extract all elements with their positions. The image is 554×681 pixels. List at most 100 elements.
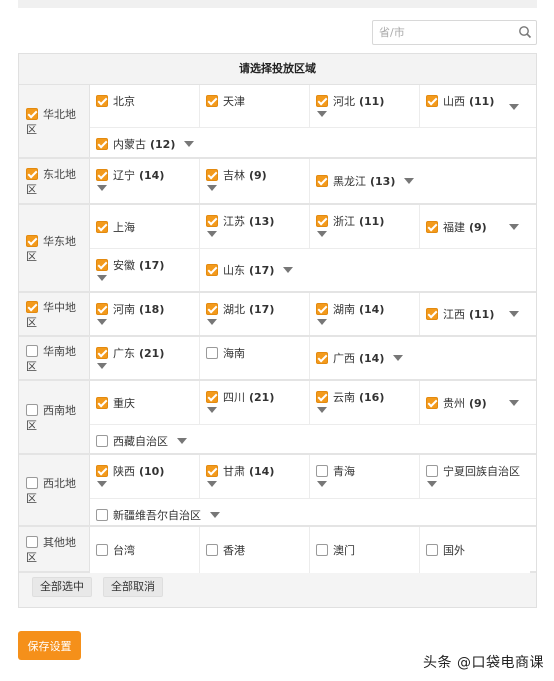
caret-down-icon[interactable] xyxy=(177,438,187,444)
province-checkbox-label[interactable]: 天津 xyxy=(206,94,309,108)
province-checkbox[interactable] xyxy=(96,169,108,181)
caret-down-icon[interactable] xyxy=(317,319,327,325)
region-checkbox[interactable] xyxy=(26,404,38,416)
province-checkbox-label[interactable]: 浙江 (11) xyxy=(316,214,419,228)
region-checkbox-label[interactable]: 华东地区 xyxy=(26,234,82,264)
region-checkbox[interactable] xyxy=(26,168,38,180)
province-checkbox[interactable] xyxy=(96,221,108,233)
province-checkbox-label[interactable]: 澳门 xyxy=(316,543,419,557)
province-checkbox-label[interactable]: 内蒙古 (12) xyxy=(96,137,536,151)
province-checkbox-label[interactable]: 云南 (16) xyxy=(316,390,419,404)
region-checkbox-label[interactable]: 华南地区 xyxy=(26,344,82,374)
caret-down-icon[interactable] xyxy=(317,481,327,487)
region-checkbox[interactable] xyxy=(26,536,38,548)
province-checkbox[interactable] xyxy=(206,465,218,477)
province-checkbox[interactable] xyxy=(426,544,438,556)
caret-down-icon[interactable] xyxy=(207,319,217,325)
province-checkbox[interactable] xyxy=(96,138,108,150)
region-checkbox-label[interactable]: 西南地区 xyxy=(26,403,82,433)
province-checkbox-label[interactable]: 重庆 xyxy=(96,396,199,410)
province-checkbox-label[interactable]: 西藏自治区 xyxy=(96,434,536,448)
province-checkbox[interactable] xyxy=(316,352,328,364)
caret-down-icon[interactable] xyxy=(207,481,217,487)
province-checkbox-label[interactable]: 江苏 (13) xyxy=(206,214,309,228)
province-checkbox[interactable] xyxy=(96,95,108,107)
province-checkbox[interactable] xyxy=(96,303,108,315)
province-checkbox[interactable] xyxy=(206,95,218,107)
province-checkbox-label[interactable]: 宁夏回族自治区 xyxy=(426,464,530,478)
region-checkbox-label[interactable]: 其他地区 xyxy=(26,535,82,565)
search-icon[interactable] xyxy=(518,25,532,39)
region-checkbox-label[interactable]: 西北地区 xyxy=(26,476,82,506)
caret-down-icon[interactable] xyxy=(427,481,437,487)
caret-down-icon[interactable] xyxy=(509,224,519,230)
region-checkbox[interactable] xyxy=(26,108,38,120)
province-checkbox-label[interactable]: 海南 xyxy=(206,346,309,360)
province-checkbox-label[interactable]: 上海 xyxy=(96,220,199,234)
province-checkbox[interactable] xyxy=(426,397,438,409)
region-checkbox-label[interactable]: 华北地区 xyxy=(26,107,82,137)
province-checkbox[interactable] xyxy=(206,303,218,315)
province-checkbox[interactable] xyxy=(96,435,108,447)
caret-down-icon[interactable] xyxy=(317,231,327,237)
caret-down-icon[interactable] xyxy=(509,400,519,406)
deselect-all-button[interactable]: 全部取消 xyxy=(103,577,163,597)
caret-down-icon[interactable] xyxy=(97,481,107,487)
province-checkbox[interactable] xyxy=(316,465,328,477)
select-all-button[interactable]: 全部选中 xyxy=(32,577,92,597)
caret-down-icon[interactable] xyxy=(97,319,107,325)
province-checkbox-label[interactable]: 广东 (21) xyxy=(96,346,199,360)
province-checkbox[interactable] xyxy=(316,391,328,403)
region-checkbox[interactable] xyxy=(26,301,38,313)
region-checkbox[interactable] xyxy=(26,477,38,489)
province-checkbox[interactable] xyxy=(316,95,328,107)
caret-down-icon[interactable] xyxy=(404,178,415,184)
province-checkbox[interactable] xyxy=(316,175,328,187)
province-checkbox[interactable] xyxy=(96,465,108,477)
caret-down-icon[interactable] xyxy=(97,185,107,191)
region-checkbox-label[interactable]: 东北地区 xyxy=(26,167,82,197)
province-checkbox[interactable] xyxy=(96,259,108,271)
province-checkbox[interactable] xyxy=(426,465,438,477)
province-checkbox-label[interactable]: 河南 (18) xyxy=(96,302,199,316)
caret-down-icon[interactable] xyxy=(207,231,217,237)
province-checkbox-label[interactable]: 新疆维吾尔自治区 xyxy=(96,508,536,522)
province-checkbox[interactable] xyxy=(426,221,438,233)
province-checkbox-label[interactable]: 山东 (17) xyxy=(206,263,536,277)
province-checkbox-label[interactable]: 台湾 xyxy=(96,543,199,557)
caret-down-icon[interactable] xyxy=(509,104,519,110)
province-checkbox-label[interactable]: 河北 (11) xyxy=(316,94,419,108)
province-checkbox-label[interactable]: 广西 (14) xyxy=(316,351,536,365)
region-checkbox[interactable] xyxy=(26,345,38,357)
province-checkbox[interactable] xyxy=(426,95,438,107)
province-checkbox-label[interactable]: 青海 xyxy=(316,464,419,478)
save-settings-button[interactable]: 保存设置 xyxy=(18,631,81,660)
province-checkbox[interactable] xyxy=(426,308,438,320)
caret-down-icon[interactable] xyxy=(283,267,294,273)
province-checkbox-label[interactable]: 四川 (21) xyxy=(206,390,309,404)
caret-down-icon[interactable] xyxy=(317,407,327,413)
province-checkbox[interactable] xyxy=(206,391,218,403)
province-checkbox-label[interactable]: 甘肃 (14) xyxy=(206,464,309,478)
province-checkbox-label[interactable]: 辽宁 (14) xyxy=(96,168,199,182)
caret-down-icon[interactable] xyxy=(509,311,519,317)
region-checkbox[interactable] xyxy=(26,235,38,247)
province-checkbox[interactable] xyxy=(96,509,108,521)
region-checkbox-label[interactable]: 华中地区 xyxy=(26,300,82,330)
province-checkbox[interactable] xyxy=(206,169,218,181)
province-checkbox-label[interactable]: 安徽 (17) xyxy=(96,258,199,272)
caret-down-icon[interactable] xyxy=(210,512,220,518)
province-checkbox-label[interactable]: 北京 xyxy=(96,94,199,108)
caret-down-icon[interactable] xyxy=(97,363,107,369)
province-checkbox[interactable] xyxy=(316,215,328,227)
caret-down-icon[interactable] xyxy=(184,141,195,147)
province-checkbox[interactable] xyxy=(96,397,108,409)
province-checkbox-label[interactable]: 香港 xyxy=(206,543,309,557)
province-checkbox-label[interactable]: 陕西 (10) xyxy=(96,464,199,478)
province-checkbox[interactable] xyxy=(96,544,108,556)
caret-down-icon[interactable] xyxy=(207,407,217,413)
province-checkbox[interactable] xyxy=(206,347,218,359)
province-checkbox[interactable] xyxy=(206,215,218,227)
caret-down-icon[interactable] xyxy=(97,275,107,281)
caret-down-icon[interactable] xyxy=(393,355,404,361)
